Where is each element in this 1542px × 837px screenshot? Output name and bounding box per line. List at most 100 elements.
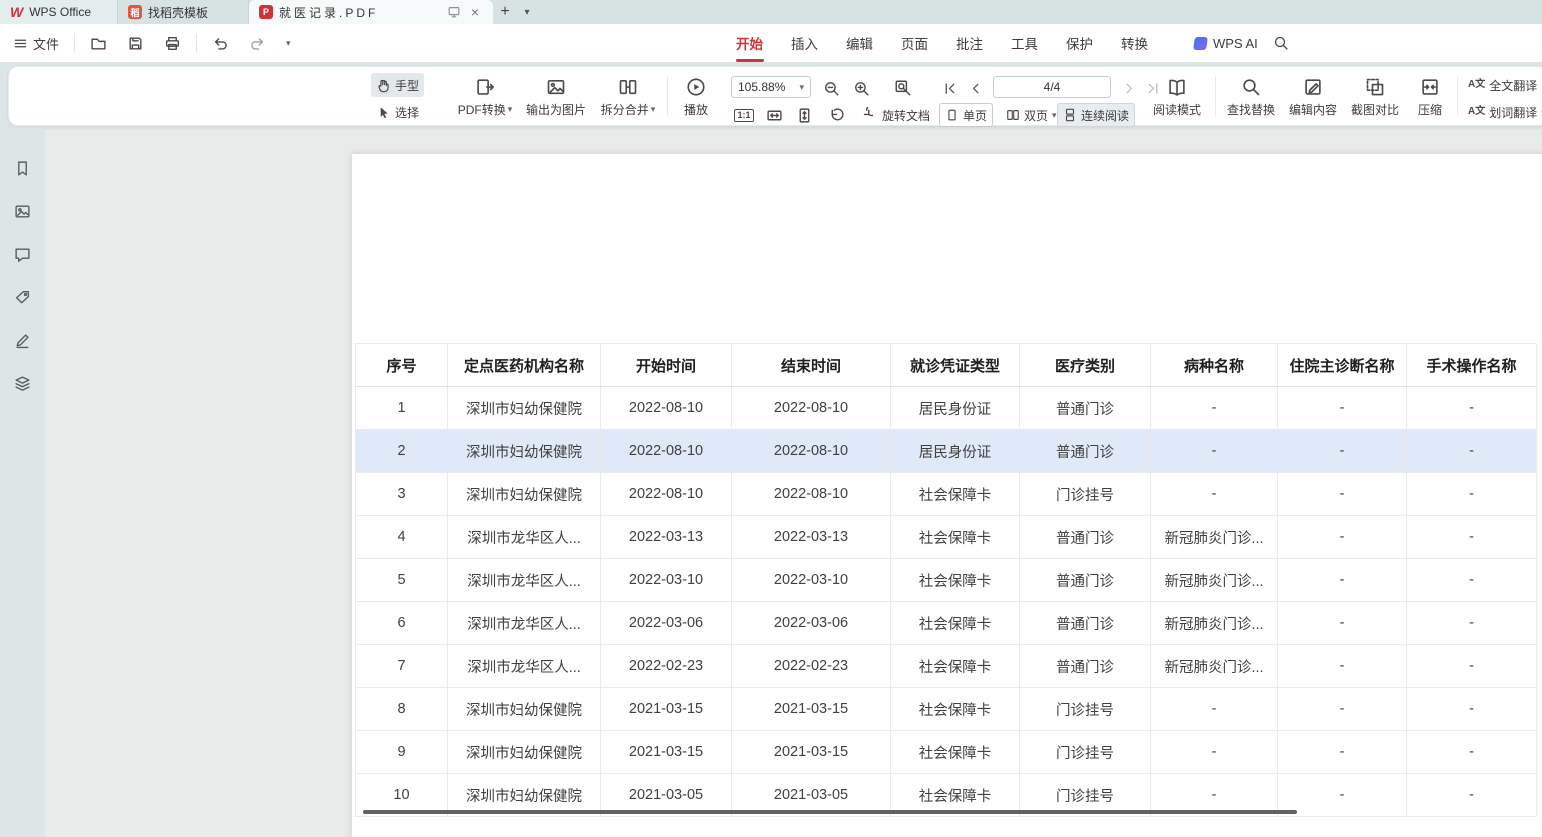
wps-ai-button[interactable]: WPS AI [1194,24,1258,62]
double-page-icon [1006,108,1020,122]
table-cell: - [1151,473,1278,516]
fit-selection-button[interactable] [891,76,915,100]
tab-docer-templates[interactable]: 稻 找稻壳模板 [118,0,249,24]
select-tool-button[interactable]: 选择 [371,100,424,124]
tab-protect[interactable]: 保护 [1066,24,1093,62]
edit-content-button[interactable]: 编辑内容 [1283,70,1343,124]
tab-home[interactable]: 开始 [736,24,763,62]
bookmark-icon[interactable] [13,158,33,178]
ribbon-search-button[interactable] [1270,32,1292,54]
page-indicator-input[interactable]: 4/4 [993,76,1111,98]
export-image-label: 输出为图片 [526,101,586,118]
chevron-down-icon: ▾ [1052,110,1057,121]
fit-page-button[interactable] [791,103,817,127]
read-mode-button[interactable]: 阅读模式 [1149,70,1205,124]
table-cell: 普通门诊 [1020,387,1151,430]
save-button[interactable] [122,31,149,56]
tab-comment[interactable]: 批注 [956,24,983,62]
full-translate-button[interactable]: A文 全文翻译 [1463,73,1542,97]
export-image-icon [546,77,566,97]
export-image-button[interactable]: 输出为图片 [519,70,593,124]
undo-icon [212,35,229,52]
pdf-convert-button[interactable]: PDF转换▾ [453,70,517,124]
table-cell: 深圳市龙华区人... [448,645,601,688]
table-cell: 5 [356,559,448,602]
double-page-button[interactable]: 双页 ▾ [1001,103,1062,127]
hand-tool-label: 手型 [395,77,419,94]
tab-document-pdf[interactable]: P 就医记录.PDF × [249,0,493,24]
visit-record-table: 序号 定点医药机构名称 开始时间 结束时间 就诊凭证类型 医疗类别 病种名称 住… [355,343,1537,817]
tab-convert[interactable]: 转换 [1121,24,1148,62]
zoom-select[interactable]: 105.88% ▾ [731,76,811,98]
play-button[interactable]: 播放 [673,70,719,124]
table-cell: 2022-08-10 [732,430,891,473]
rotate-left-button[interactable] [823,103,849,127]
full-translate-label: 全文翻译 [1489,77,1537,94]
table-cell: 2022-03-06 [601,602,732,645]
new-tab-button[interactable]: + [493,0,517,24]
tab-insert[interactable]: 插入 [791,24,818,62]
table-cell: - [1151,731,1278,774]
table-cell: 2021-03-15 [732,731,891,774]
find-replace-icon [1241,77,1261,97]
next-page-button[interactable] [1117,76,1141,100]
menu-bar: 文件 ▾ 开始 插入 编辑 页面 批注 工具 保护 转换 WPS AI [0,24,1542,62]
first-page-button[interactable] [937,76,961,100]
signature-panel-icon[interactable] [13,330,33,350]
compress-button[interactable]: 压缩 [1407,70,1453,124]
double-page-label: 双页 [1024,107,1048,124]
cursor-icon [376,105,391,120]
word-translate-button[interactable]: A文 划词翻译 ▾ [1463,100,1542,124]
tag-panel-icon[interactable] [13,287,33,307]
table-cell: 9 [356,731,448,774]
table-cell: - [1407,430,1537,473]
redo-button[interactable] [244,31,271,56]
tab-page[interactable]: 页面 [901,24,928,62]
previous-page-button[interactable] [963,76,987,100]
window-tab-bar: W WPS Office 稻 找稻壳模板 P 就医记录.PDF × + ▾ [0,0,1542,24]
zoom-out-button[interactable] [819,76,843,100]
divider [1215,77,1216,115]
tab-wps-office[interactable]: W WPS Office [0,0,118,24]
table-cell: 普通门诊 [1020,559,1151,602]
single-page-button[interactable]: 单页 [939,103,993,127]
table-cell: - [1407,688,1537,731]
layers-panel-icon[interactable] [13,373,33,393]
table-cell: 2022-08-10 [732,473,891,516]
tab-list-chevron-icon[interactable]: ▾ [517,0,537,24]
table-cell: 深圳市妇幼保健院 [448,387,601,430]
rotate-document-button[interactable]: 旋转文档 [877,103,935,127]
table-cell: 深圳市妇幼保健院 [448,473,601,516]
actual-size-button[interactable]: 1:1 [731,103,757,127]
fit-width-button[interactable] [761,103,787,127]
table-cell: 普通门诊 [1020,516,1151,559]
table-row: 5深圳市龙华区人...2022-03-102022-03-10社会保障卡普通门诊… [356,559,1537,602]
thumbnail-panel-icon[interactable] [13,201,33,221]
find-replace-button[interactable]: 查找替换 [1221,70,1281,124]
undo-button[interactable] [207,31,234,56]
tab-edit[interactable]: 编辑 [846,24,873,62]
rotate-right-button[interactable] [851,103,877,127]
column-header: 定点医药机构名称 [448,344,601,387]
zoom-value: 105.88% [738,80,785,94]
file-menu-button[interactable]: 文件 [8,30,64,57]
continuous-read-button[interactable]: 连续阅读 [1057,103,1135,127]
table-cell: 2021-03-15 [601,688,732,731]
close-tab-icon[interactable]: × [467,4,483,20]
undo-history-chevron-icon[interactable]: ▾ [281,34,296,53]
split-merge-button[interactable]: 拆分合并▾ [595,70,661,124]
tab-tools[interactable]: 工具 [1011,24,1038,62]
table-row: 6深圳市龙华区人...2022-03-062022-03-06社会保障卡普通门诊… [356,602,1537,645]
table-cell: - [1278,387,1407,430]
screenshot-compare-button[interactable]: 截图对比 [1345,70,1405,124]
horizontal-scrollbar[interactable] [363,810,1297,814]
word-translate-label: 划词翻译 [1489,104,1537,121]
print-button[interactable] [159,31,186,56]
hand-tool-button[interactable]: 手型 [371,73,424,97]
zoom-in-button[interactable] [849,76,873,100]
folder-icon [90,35,107,52]
split-merge-icon [618,77,638,97]
table-cell: 社会保障卡 [891,731,1020,774]
open-file-button[interactable] [85,31,112,56]
comment-panel-icon[interactable] [13,244,33,264]
